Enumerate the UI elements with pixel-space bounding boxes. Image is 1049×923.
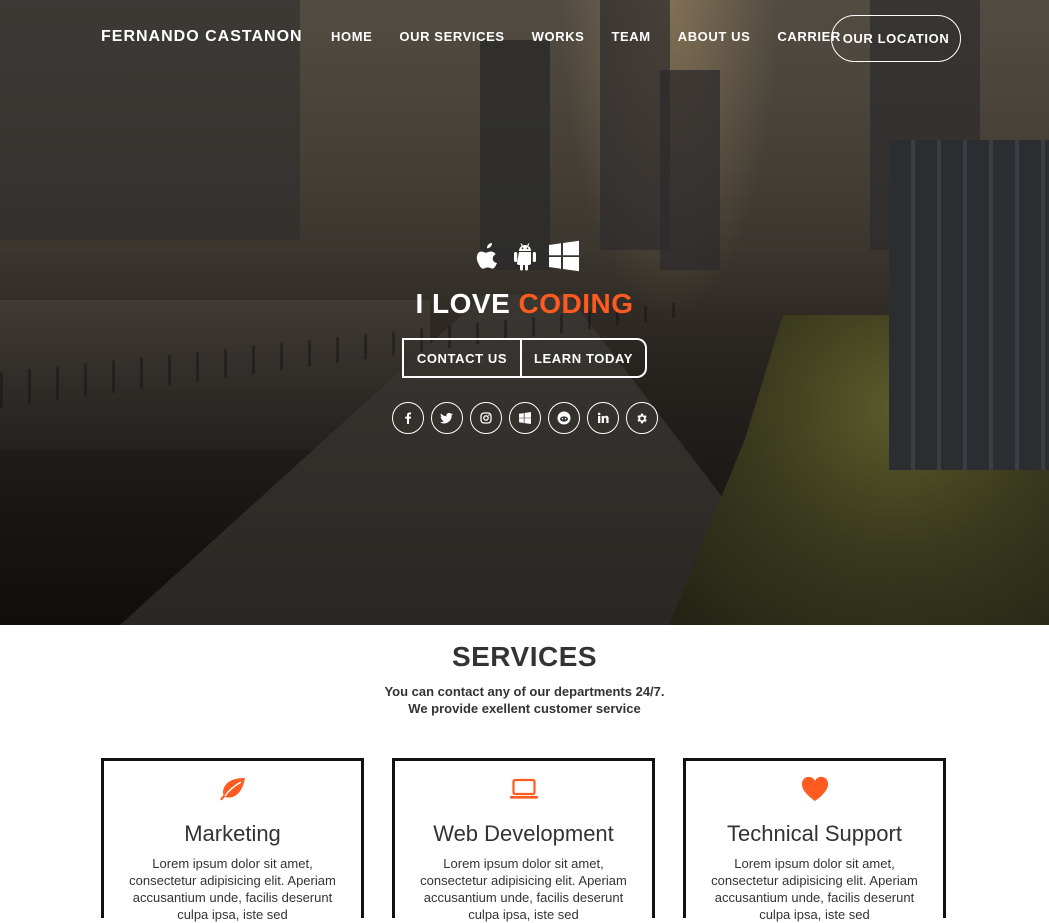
service-card-technical-support[interactable]: Technical Support Lorem ipsum dolor sit …: [683, 758, 946, 922]
apple-icon: [472, 240, 502, 272]
services-subtitle: You can contact any of our departments 2…: [0, 683, 1049, 717]
service-card-web-development[interactable]: Web Development Lorem ipsum dolor sit am…: [392, 758, 655, 922]
twitter-icon[interactable]: [430, 402, 463, 434]
services-title: SERVICES: [451, 641, 598, 672]
nav-item-works[interactable]: WORKS: [532, 29, 585, 44]
service-card-text: Lorem ipsum dolor sit amet, consectetur …: [129, 856, 336, 922]
facebook-icon[interactable]: [391, 402, 424, 434]
service-cards: Marketing Lorem ipsum dolor sit amet, co…: [101, 758, 946, 922]
service-card-marketing[interactable]: Marketing Lorem ipsum dolor sit amet, co…: [101, 758, 364, 922]
nav-item-home[interactable]: HOME: [331, 29, 372, 44]
service-card-title: Web Development: [433, 821, 614, 846]
windows-icon: [548, 240, 579, 272]
platform-icons: [0, 238, 1049, 274]
heart-icon: [801, 776, 829, 807]
service-card-title: Marketing: [184, 821, 281, 846]
instagram-icon[interactable]: [469, 402, 502, 434]
nav-item-team[interactable]: TEAM: [611, 29, 650, 44]
learn-today-button[interactable]: LEARN TODAY: [521, 338, 647, 378]
service-card-text: Lorem ipsum dolor sit amet, consectetur …: [420, 856, 627, 922]
services-subtitle-line2: We provide exellent customer service: [408, 701, 641, 716]
nav-menu: HOME OUR SERVICES WORKS TEAM ABOUT US CA…: [331, 29, 868, 44]
brand-logo-text[interactable]: FERNANDO CASTANON: [101, 28, 303, 46]
our-location-button[interactable]: OUR LOCATION: [831, 15, 961, 62]
windows-icon[interactable]: [508, 402, 541, 434]
android-icon: [510, 240, 540, 272]
settings-icon[interactable]: [625, 402, 658, 434]
hero-headline: I LOVE CODING: [0, 288, 1049, 320]
linkedin-icon[interactable]: [586, 402, 619, 434]
headline-accent: CODING: [518, 288, 634, 319]
nav-item-about-us[interactable]: ABOUT US: [678, 29, 751, 44]
laptop-icon: [509, 778, 539, 805]
leaf-icon: [219, 777, 247, 806]
hero-section: FERNANDO CASTANON HOME OUR SERVICES WORK…: [0, 0, 1049, 625]
reddit-icon[interactable]: [547, 402, 580, 434]
cta-button-group: CONTACT US LEARN TODAY: [0, 338, 1049, 378]
nav-item-our-services[interactable]: OUR SERVICES: [399, 29, 504, 44]
contact-us-button[interactable]: CONTACT US: [402, 338, 521, 378]
hero-content: I LOVE CODING CONTACT US LEARN TODAY: [0, 238, 1049, 434]
top-navbar: FERNANDO CASTANON HOME OUR SERVICES WORK…: [0, 0, 1049, 75]
service-card-title: Technical Support: [727, 821, 902, 846]
headline-prefix: I LOVE: [415, 288, 519, 319]
social-links: [0, 402, 1049, 434]
services-section: SERVICES You can contact any of our depa…: [0, 625, 1049, 922]
services-subtitle-line1: You can contact any of our departments 2…: [384, 684, 665, 699]
service-card-text: Lorem ipsum dolor sit amet, consectetur …: [711, 856, 918, 922]
